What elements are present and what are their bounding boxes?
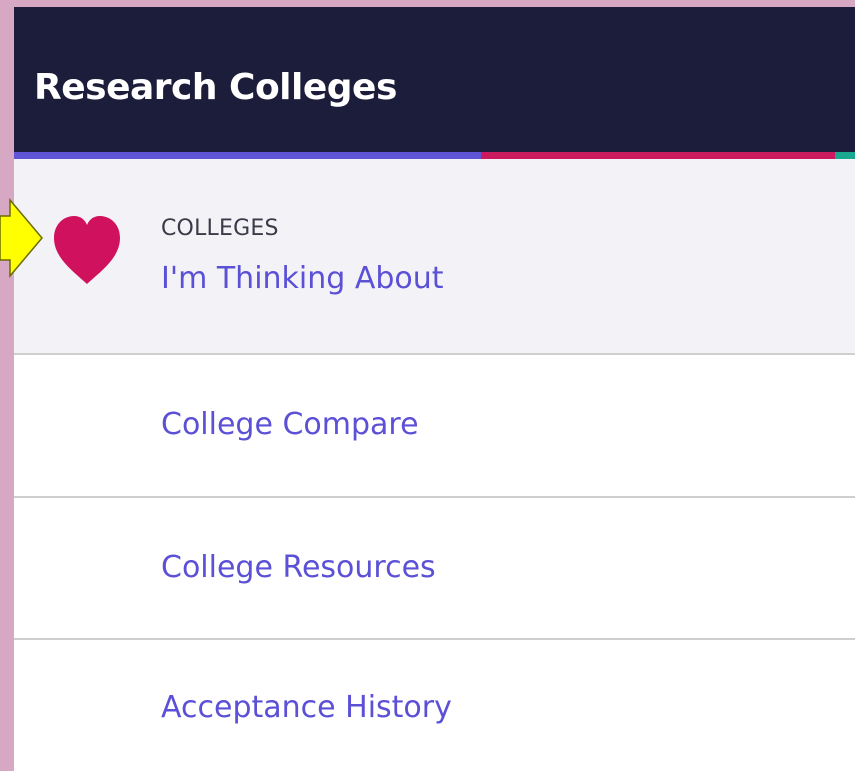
accent-stripe-teal bbox=[835, 152, 855, 159]
nav-item-label[interactable]: College Resources bbox=[161, 548, 436, 588]
nav-item-eyebrow: COLLEGES bbox=[161, 216, 279, 241]
nav-item-label[interactable]: I'm Thinking About bbox=[161, 259, 444, 299]
nav-item-label[interactable]: College Compare bbox=[161, 405, 419, 445]
nav-item-label[interactable]: Acceptance History bbox=[161, 688, 452, 728]
heart-icon bbox=[54, 216, 120, 284]
nav-item-college-resources[interactable]: College Resources bbox=[14, 498, 855, 640]
nav-item-college-compare[interactable]: College Compare bbox=[14, 355, 855, 498]
research-colleges-panel: Research Colleges COLLEGES I'm Thinking … bbox=[14, 7, 855, 771]
page-title: Research Colleges bbox=[34, 67, 397, 108]
header: Research Colleges bbox=[14, 7, 855, 152]
pointer-arrow-icon bbox=[0, 198, 43, 278]
nav-item-acceptance-history[interactable]: Acceptance History bbox=[14, 640, 855, 771]
accent-stripe-pink bbox=[481, 152, 835, 159]
nav-item-thinking-about[interactable]: COLLEGES I'm Thinking About bbox=[14, 159, 855, 355]
accent-stripe-purple bbox=[14, 152, 481, 159]
